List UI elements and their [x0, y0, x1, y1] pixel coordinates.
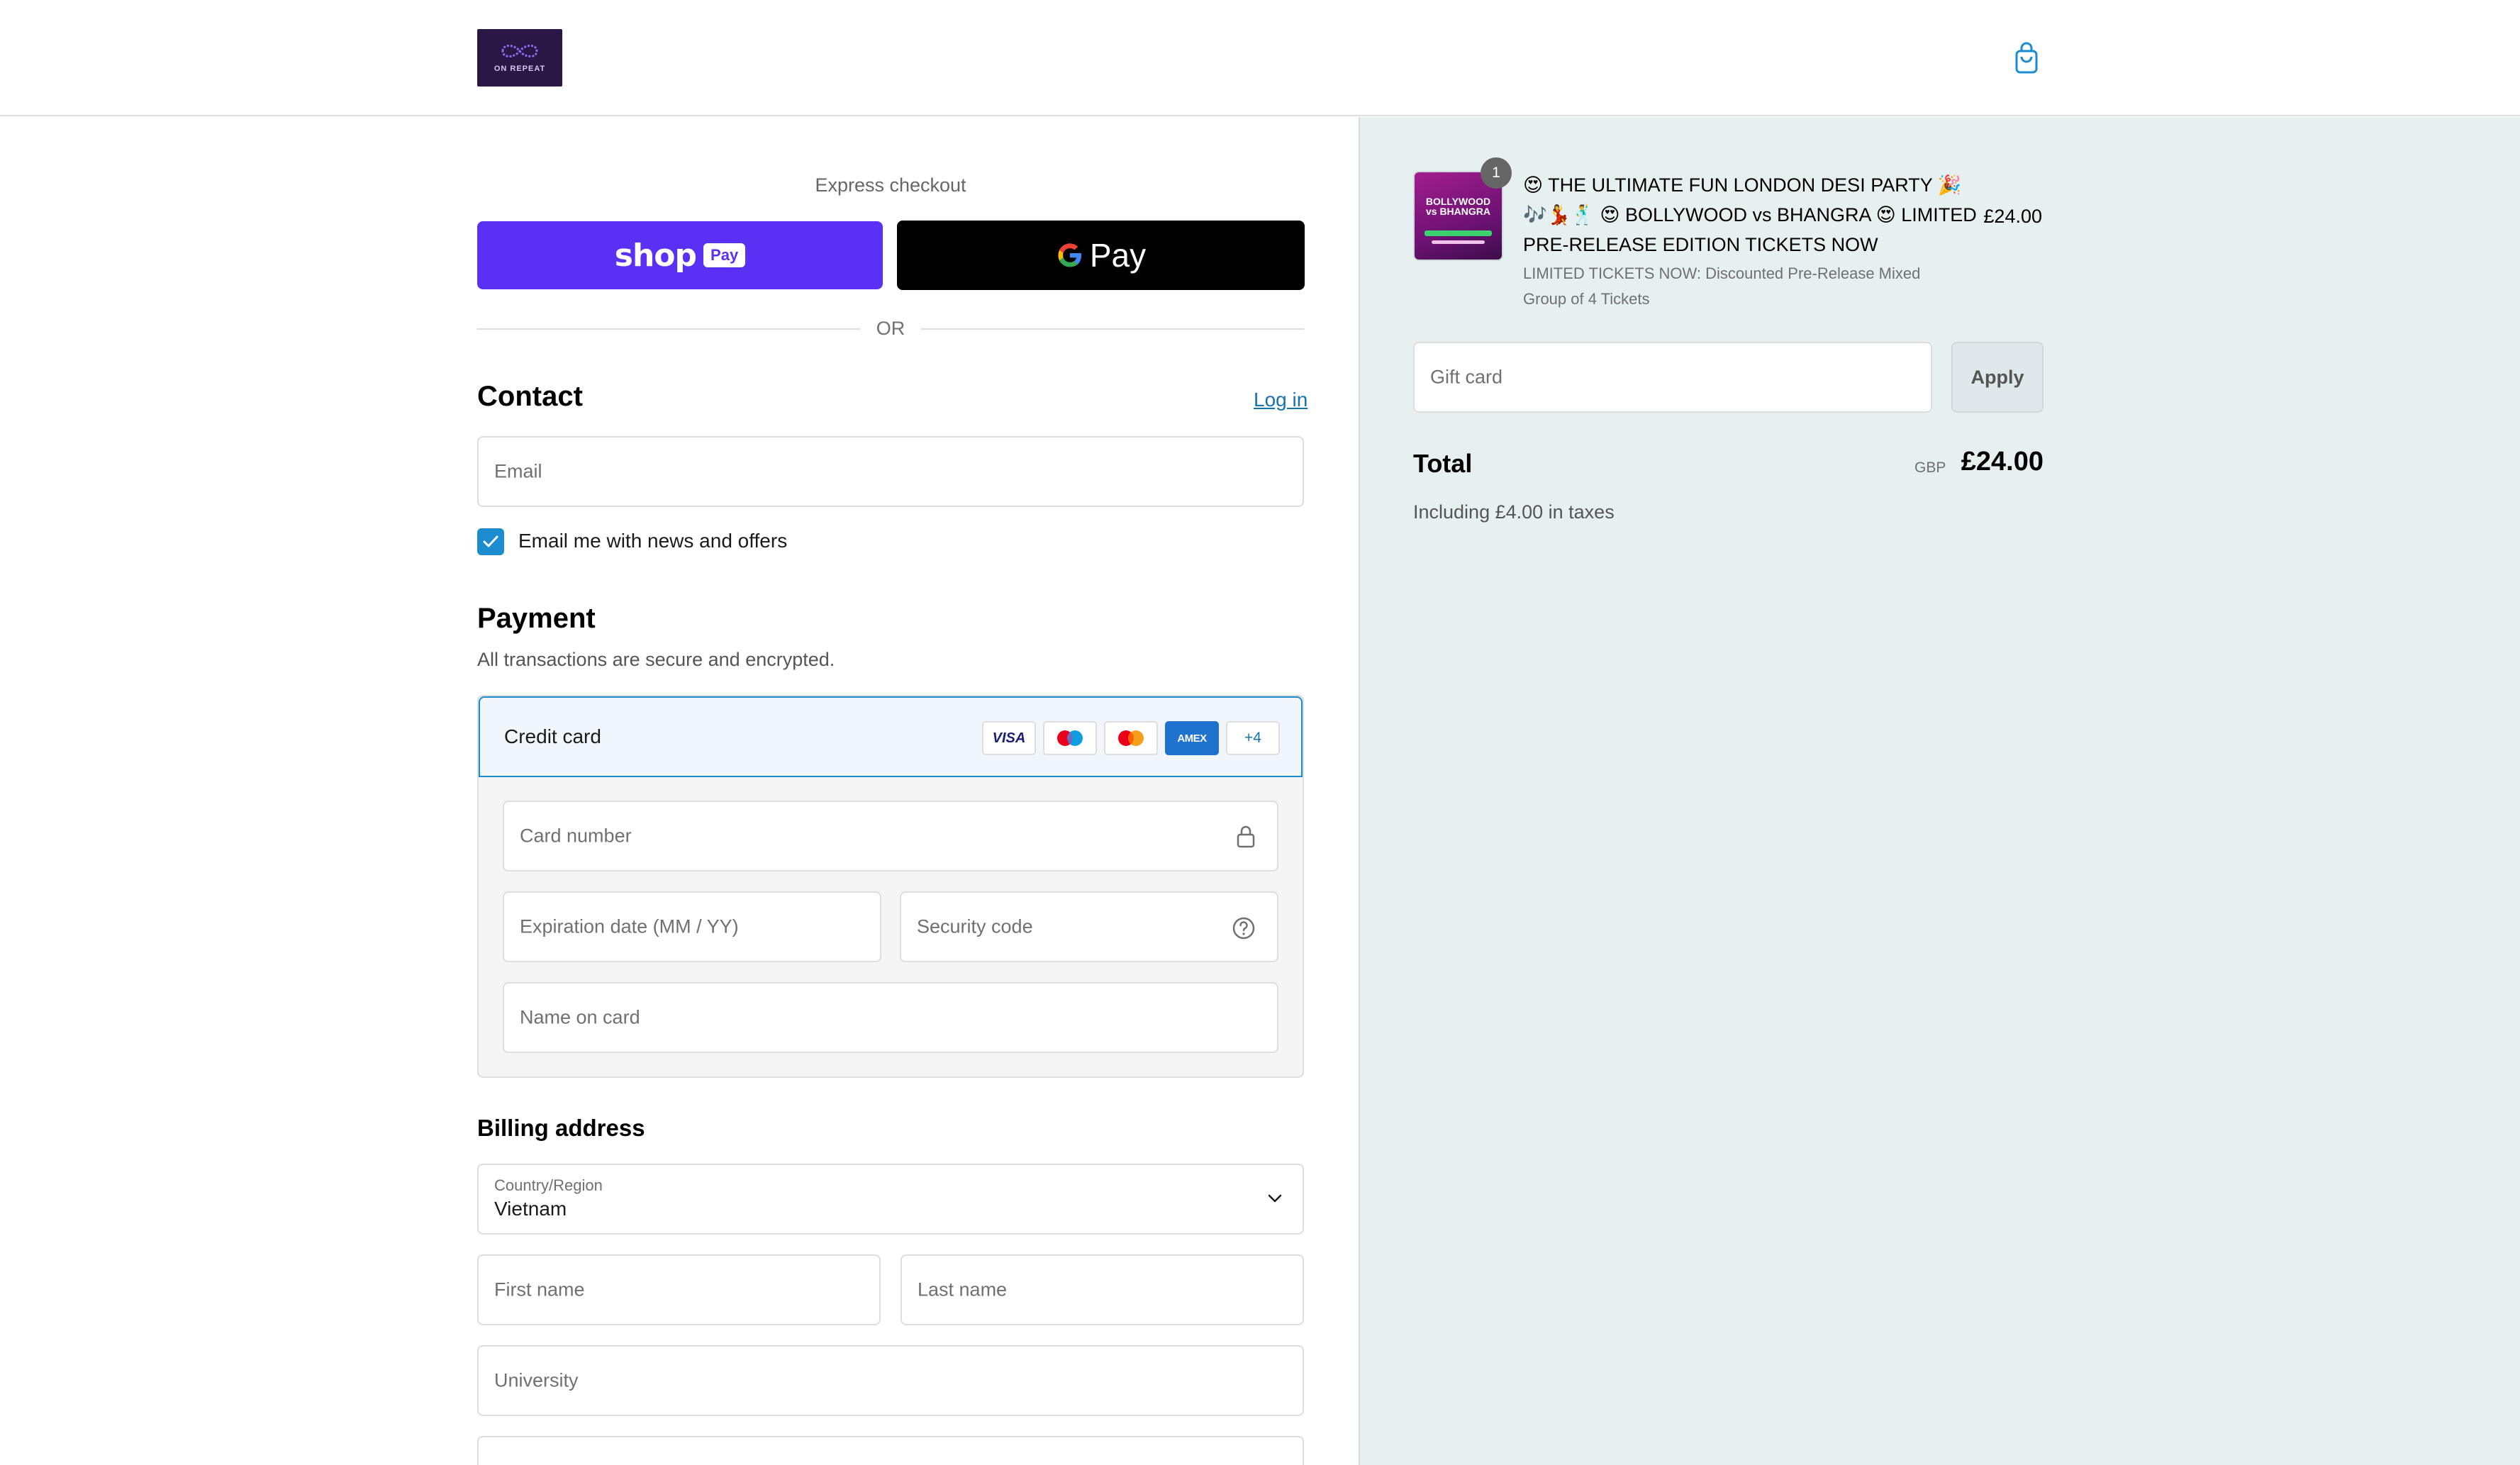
gift-card-field[interactable]: Gift card [1413, 342, 1932, 413]
card-number-field[interactable]: Card number [503, 801, 1278, 871]
email-field[interactable]: Email [477, 436, 1304, 507]
shop-pay-button[interactable]: shop Pay [477, 221, 883, 289]
login-link[interactable]: Log in [1254, 389, 1308, 411]
chevron-down-icon [1268, 1194, 1282, 1203]
product-price: £24.00 [1983, 206, 2042, 227]
divider-line-right [921, 328, 1304, 330]
cart-button[interactable] [2012, 41, 2041, 75]
newsletter-checkbox[interactable] [477, 528, 504, 555]
store-logo[interactable]: ON REPEAT [477, 29, 562, 87]
mastercard-icon [1104, 721, 1158, 755]
google-g-icon [1058, 243, 1081, 267]
payment-heading: Payment [477, 603, 596, 634]
tax-note: Including £4.00 in taxes [1413, 501, 1615, 523]
header: ON REPEAT [0, 0, 2520, 116]
total-label: Total [1413, 449, 1473, 478]
thumbnail-band-small [1432, 240, 1485, 244]
more-cards-text: +4 [1244, 730, 1261, 746]
quantity-badge: 1 [1481, 157, 1512, 189]
more-cards-badge: +4 [1226, 721, 1280, 755]
country-label: Country/Region [494, 1176, 603, 1194]
last-name-placeholder: Last name [918, 1279, 1008, 1300]
name-on-card-field[interactable]: Name on card [503, 982, 1278, 1053]
apply-button[interactable]: Apply [1951, 342, 2044, 413]
credit-card-label: Credit card [504, 725, 601, 747]
billing-heading: Billing address [477, 1115, 645, 1141]
shop-pay-pill: Pay [703, 243, 746, 267]
google-pay-wordmark: Pay [1089, 237, 1147, 274]
payment-subtitle: All transactions are secure and encrypte… [477, 649, 835, 670]
contact-heading: Contact [477, 381, 583, 412]
name-on-card-placeholder: Name on card [520, 1006, 640, 1028]
expiration-date-field[interactable]: Expiration date (MM / YY) [503, 891, 881, 962]
last-name-field[interactable]: Last name [901, 1254, 1304, 1325]
google-pay-button[interactable]: Pay [897, 221, 1305, 290]
gift-card-placeholder: Gift card [1430, 366, 1503, 388]
shop-pay-wordmark: shop [614, 237, 697, 274]
shopping-bag-icon [2015, 42, 2038, 74]
security-code-placeholder: Security code [917, 915, 1033, 937]
country-value: Vietnam [494, 1198, 567, 1220]
product-variant: LIMITED TICKETS NOW: Discounted Pre-Rele… [1523, 264, 1921, 308]
email-placeholder: Email [494, 460, 542, 482]
order-summary-panel [1359, 117, 2520, 1465]
first-name-placeholder: First name [494, 1279, 585, 1300]
thumbnail-text: BOLLYWOOD vs BHANGRA [1425, 196, 1491, 217]
help-circle-icon[interactable] [1232, 916, 1256, 940]
first-name-field[interactable]: First name [477, 1254, 881, 1325]
newsletter-label: Email me with news and offers [518, 530, 788, 552]
express-checkout-title: Express checkout [815, 174, 966, 196]
logo-loop-icon [501, 45, 538, 57]
total-currency: GBP [1914, 459, 1946, 476]
amex-badge: AMEX [1165, 721, 1219, 755]
visa-badge: VISA [982, 721, 1036, 755]
maestro-icon [1043, 721, 1097, 755]
card-number-placeholder: Card number [520, 825, 632, 847]
security-code-field[interactable]: Security code [900, 891, 1278, 962]
address-field[interactable] [477, 1436, 1304, 1465]
company-placeholder: University [494, 1369, 579, 1391]
total-amount: £24.00 [1961, 447, 2044, 477]
expiration-placeholder: Expiration date (MM / YY) [520, 915, 739, 937]
amex-text: AMEX [1177, 732, 1207, 745]
checkmark-icon [483, 535, 498, 547]
credit-card-option[interactable]: Credit card VISA AMEX +4 [479, 696, 1303, 777]
logo-text: ON REPEAT [494, 65, 546, 73]
lock-icon [1237, 825, 1255, 848]
product-title: 😍 THE ULTIMATE FUN LONDON DESI PARTY 🎉🎶💃… [1523, 174, 1977, 255]
country-select[interactable]: Country/Region Vietnam [477, 1164, 1304, 1235]
company-field[interactable]: University [477, 1345, 1304, 1416]
or-divider: OR [477, 316, 1304, 342]
credit-card-panel: Credit card VISA AMEX +4 Card number Exp… [477, 695, 1304, 1078]
thumbnail-band [1425, 230, 1492, 236]
visa-text: VISA [992, 730, 1026, 746]
